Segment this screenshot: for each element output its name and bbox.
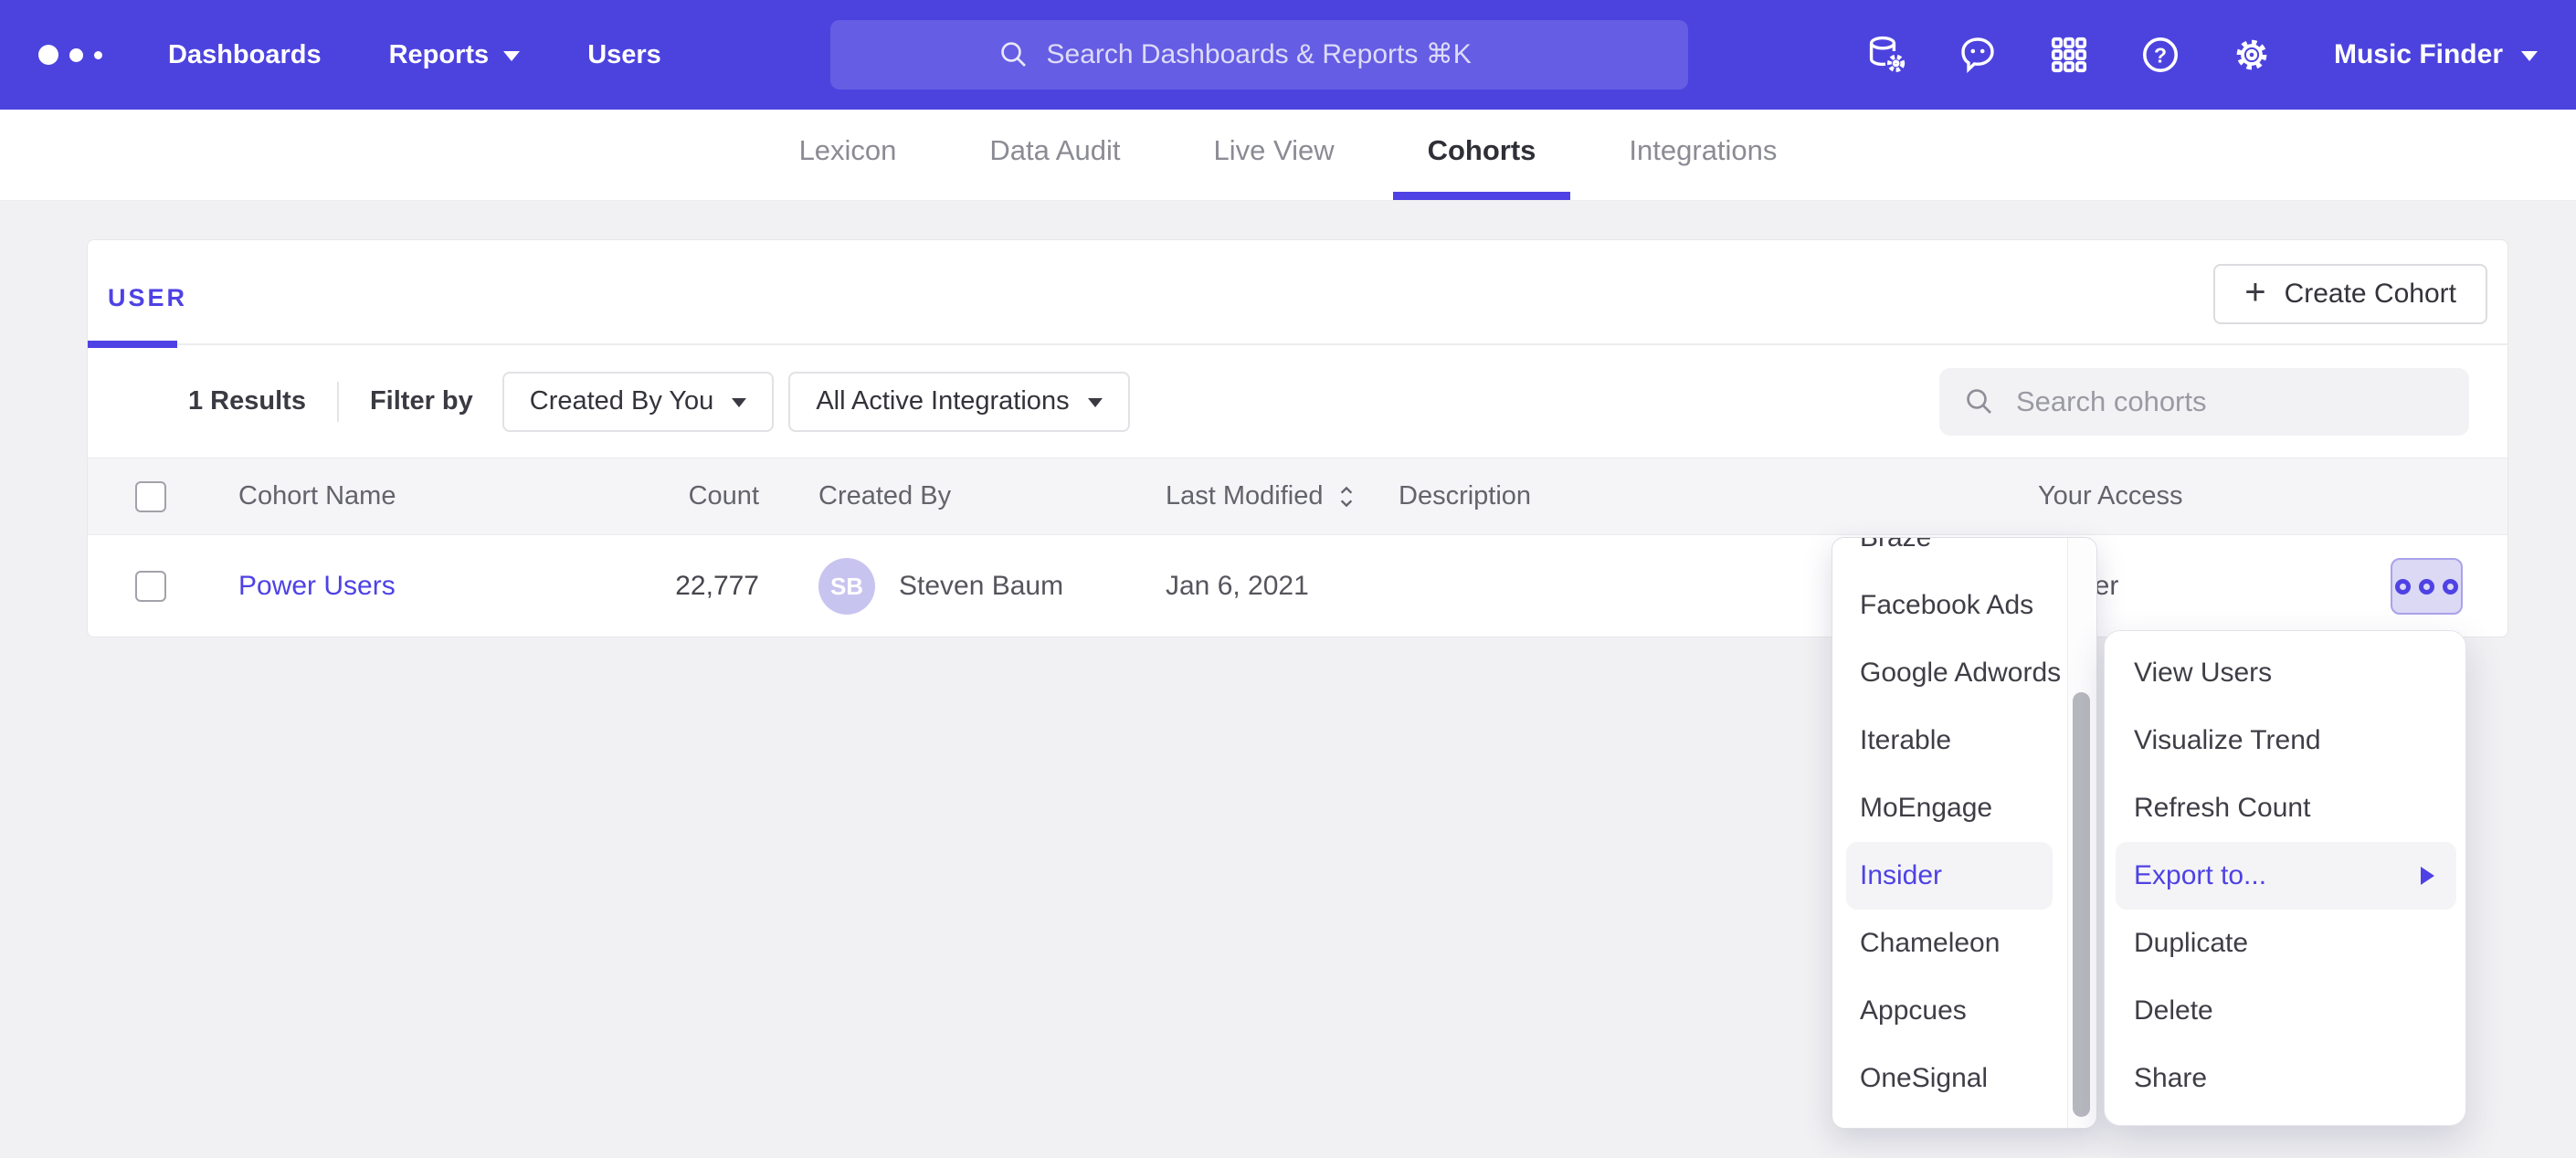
create-cohort-button[interactable]: + Create Cohort: [2213, 264, 2487, 324]
created-by-name: Steven Baum: [899, 571, 1063, 602]
ellipsis-icon: [2395, 579, 2411, 595]
screen: Dashboards Reports Users: [0, 0, 2576, 1158]
submenu-item-onesignal[interactable]: OneSignal: [1832, 1045, 2096, 1112]
submenu-item-google-adwords[interactable]: Google Adwords: [1832, 639, 2096, 707]
project-name: Music Finder: [2334, 39, 2503, 70]
tab-data-audit[interactable]: Data Audit: [955, 110, 1155, 200]
nav-dashboards[interactable]: Dashboards: [168, 40, 322, 70]
submenu-item-insider[interactable]: Insider: [1846, 842, 2053, 910]
mixpanel-logo-icon[interactable]: [38, 45, 102, 65]
col-count: Count: [622, 481, 759, 511]
cohort-search-input[interactable]: [2016, 385, 2445, 418]
col-description: Description: [1399, 481, 2038, 511]
tab-cohorts[interactable]: Cohorts: [1393, 110, 1571, 200]
search-icon: [1963, 385, 1996, 418]
filter-created-by[interactable]: Created By You: [502, 372, 775, 432]
cohort-name-link[interactable]: Power Users: [238, 571, 396, 601]
menu-item-view-users[interactable]: View Users: [2105, 639, 2465, 707]
menu-item-duplicate[interactable]: Duplicate: [2105, 910, 2465, 977]
submenu-item-moengage[interactable]: MoEngage: [1832, 774, 2096, 842]
submenu-item-braze[interactable]: Braze: [1832, 537, 2096, 572]
chevron-down-icon: [1088, 398, 1103, 407]
row-checkbox[interactable]: [135, 571, 166, 602]
last-modified-date: Jan 6, 2021: [1166, 571, 1309, 602]
select-all-checkbox[interactable]: [135, 481, 166, 512]
global-search[interactable]: [830, 20, 1688, 89]
filter-active-integrations[interactable]: All Active Integrations: [788, 372, 1129, 432]
nav-reports[interactable]: Reports: [389, 40, 521, 70]
filter-toolbar: 1 Results Filter by Created By You All A…: [88, 345, 2507, 458]
col-created-by: Created By: [759, 481, 1166, 511]
data-management-icon[interactable]: [1864, 33, 1908, 77]
col-your-access: Your Access: [2038, 481, 2507, 511]
submenu-item-facebook-ads[interactable]: Facebook Ads: [1832, 572, 2096, 639]
nav-users[interactable]: Users: [587, 40, 661, 70]
tab-user-cohorts[interactable]: USER: [108, 284, 187, 312]
col-cohort-name: Cohort Name: [238, 481, 622, 511]
cohorts-card: USER + Create Cohort 1 Results Filter by…: [87, 239, 2508, 637]
menu-item-delete[interactable]: Delete: [2105, 977, 2465, 1045]
chevron-down-icon: [503, 51, 520, 61]
submenu-scrollbar-thumb[interactable]: [2073, 692, 2090, 1117]
menu-item-visualize-trend[interactable]: Visualize Trend: [2105, 707, 2465, 774]
tab-live-view[interactable]: Live View: [1178, 110, 1368, 200]
submenu-item-appcues[interactable]: Appcues: [1832, 977, 2096, 1045]
submenu-item-iterable[interactable]: Iterable: [1832, 707, 2096, 774]
avatar: SB: [818, 558, 875, 615]
settings-gear-icon[interactable]: [2230, 33, 2274, 77]
cohort-search[interactable]: [1939, 368, 2469, 436]
section-tabs: Lexicon Data Audit Live View Cohorts Int…: [0, 110, 2576, 201]
help-icon[interactable]: ?: [2138, 33, 2182, 77]
plus-icon: +: [2244, 274, 2265, 311]
project-selector[interactable]: Music Finder: [2334, 39, 2538, 70]
menu-item-export-to[interactable]: Export to...: [2116, 842, 2456, 910]
submenu-item-chameleon[interactable]: Chameleon: [1832, 910, 2096, 977]
integration-list: Braze Facebook Ads Google Adwords Iterab…: [1832, 537, 2096, 1112]
global-search-input[interactable]: [1047, 39, 1522, 70]
top-navigation-bar: Dashboards Reports Users: [0, 0, 2576, 110]
feedback-icon[interactable]: [1956, 33, 2000, 77]
submenu-arrow-icon: [2421, 867, 2434, 885]
chevron-down-icon: [732, 398, 746, 407]
cohort-type-tabs: USER + Create Cohort: [88, 240, 2507, 345]
row-actions-button[interactable]: [2391, 558, 2463, 615]
menu-item-share[interactable]: Share: [2105, 1045, 2465, 1112]
top-right-tools: ? Music Finder: [1864, 0, 2538, 110]
tab-integrations[interactable]: Integrations: [1594, 110, 1811, 200]
row-context-menu: View Users Visualize Trend Refresh Count…: [2104, 630, 2466, 1126]
primary-nav: Dashboards Reports Users: [168, 40, 661, 70]
chevron-down-icon: [2521, 51, 2538, 61]
results-count: 1 Results: [188, 386, 306, 416]
sort-icon: [1335, 483, 1358, 511]
tab-lexicon[interactable]: Lexicon: [765, 110, 932, 200]
cohort-count: 22,777: [675, 571, 759, 601]
menu-item-refresh-count[interactable]: Refresh Count: [2105, 774, 2465, 842]
filter-by-label: Filter by: [370, 386, 473, 416]
table-row: Power Users 22,777 SB Steven Baum Jan 6,…: [88, 535, 2507, 637]
search-icon: [998, 38, 1030, 71]
svg-text:?: ?: [2154, 43, 2167, 67]
divider: [337, 382, 339, 422]
col-last-modified[interactable]: Last Modified: [1166, 481, 1399, 511]
export-to-submenu: Braze Facebook Ads Google Adwords Iterab…: [1832, 537, 2097, 1129]
apps-grid-icon[interactable]: [2047, 33, 2091, 77]
table-header: Cohort Name Count Created By Last Modifi…: [88, 458, 2507, 535]
